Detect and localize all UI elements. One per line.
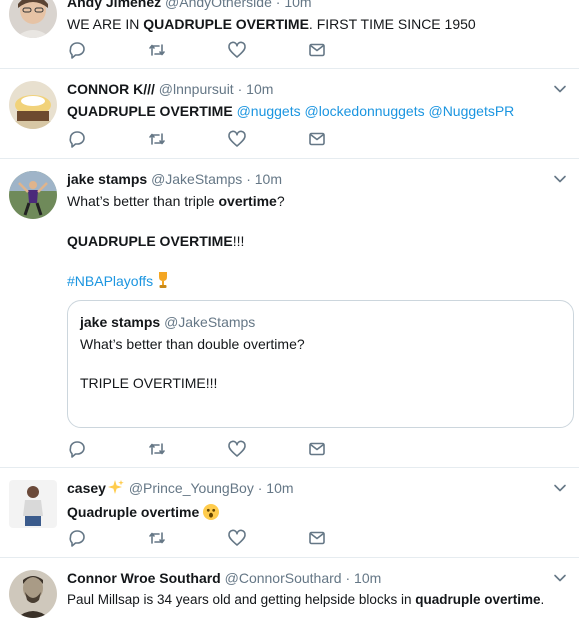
timestamp[interactable]: 10m [255, 171, 282, 187]
quoted-user-handle: @JakeStamps [164, 314, 256, 330]
display-name[interactable]: CONNOR K/// [67, 81, 155, 97]
like-icon[interactable] [227, 40, 247, 60]
timestamp[interactable]: 10m [246, 81, 273, 97]
avatar[interactable] [9, 0, 57, 38]
hashtag-link[interactable]: #NBAPlayoffs [67, 273, 153, 289]
mention-link[interactable]: @nuggets [237, 103, 301, 119]
text-segment: . FIRST TIME SINCE 1950 [308, 16, 476, 32]
avatar[interactable] [9, 171, 57, 219]
tweet-header: jake stamps @JakeStamps · 10m [67, 170, 561, 188]
like-icon[interactable] [227, 528, 247, 548]
tweet-1[interactable]: Andy Jimenez @AndyOtherside · 10m WE ARE… [0, 0, 579, 69]
tweet-actions [67, 129, 347, 149]
quoted-tweet-text: What’s better than double overtime? [80, 336, 305, 352]
retweet-icon[interactable] [147, 528, 167, 548]
highlight-term: QUADRUPLE OVERTIME [67, 233, 233, 249]
tweet-text: WE ARE IN QUADRUPLE OVERTIME. FIRST TIME… [67, 14, 561, 34]
display-name[interactable]: Andy Jimenez [67, 0, 161, 10]
separator-dot: · [257, 480, 263, 496]
tweet-text: Quadruple overtime [67, 502, 561, 522]
trophy-icon [157, 271, 169, 294]
separator-dot: · [246, 171, 251, 187]
tweet-header: Connor Wroe Southard @ConnorSouthard · 1… [67, 569, 575, 587]
tweet-header: CONNOR K/// @lnnpursuit · 10m [67, 80, 561, 98]
like-icon[interactable] [227, 129, 247, 149]
tweet-2[interactable]: CONNOR K/// @lnnpursuit · 10m QUADRUPLE … [0, 69, 579, 159]
message-icon[interactable] [307, 528, 327, 548]
tweet-actions [67, 439, 347, 459]
timestamp[interactable]: 10m [266, 480, 293, 496]
message-icon[interactable] [307, 40, 327, 60]
user-handle[interactable]: @ConnorSouthard [225, 570, 342, 586]
reply-icon[interactable] [67, 129, 87, 149]
message-icon[interactable] [307, 129, 327, 149]
quoted-tweet-header: jake stamps @JakeStamps [80, 314, 255, 330]
tweet-text: Paul Millsap is 34 years old and getting… [67, 590, 575, 610]
retweet-icon[interactable] [147, 40, 167, 60]
quoted-tweet-text: TRIPLE OVERTIME!!! [80, 375, 218, 391]
text-segment: ? [276, 193, 285, 209]
quoted-tweet[interactable]: jake stamps @JakeStamps What’s better th… [67, 300, 574, 428]
reply-icon[interactable] [67, 528, 87, 548]
mention-link[interactable]: @lockedonnuggets [305, 103, 425, 119]
separator-dot: · [345, 570, 351, 586]
user-handle[interactable]: @AndyOtherside [165, 0, 272, 10]
message-icon[interactable] [307, 439, 327, 459]
mention-link[interactable]: @NuggetsPR [428, 103, 514, 119]
tweet-actions [67, 528, 347, 548]
sparkles-icon [107, 479, 125, 499]
display-name[interactable]: casey [67, 480, 106, 496]
user-handle[interactable]: @lnnpursuit [159, 81, 234, 97]
tweet-5[interactable]: Connor Wroe Southard @ConnorSouthard · 1… [0, 558, 579, 618]
avatar[interactable] [9, 480, 57, 528]
tweet-actions [67, 40, 347, 60]
highlight-term: Quadruple overtime [67, 504, 200, 520]
display-name[interactable]: jake stamps [67, 171, 147, 187]
quoted-display-name: jake stamps [80, 314, 161, 330]
separator-dot: · [237, 81, 243, 97]
highlight-term: QUADRUPLE OVERTIME [67, 103, 233, 119]
avatar[interactable] [9, 81, 57, 129]
tweet-header: casey @Prince_YoungBoy · 10m [67, 479, 561, 499]
tweet-3[interactable]: jake stamps @JakeStamps · 10m What’s bet… [0, 159, 579, 468]
timestamp[interactable]: 10m [284, 0, 311, 10]
retweet-icon[interactable] [147, 129, 167, 149]
timestamp[interactable]: 10m [354, 570, 381, 586]
highlight-term: overtime [218, 193, 277, 209]
separator-dot: · [275, 0, 281, 10]
tweet-header: Andy Jimenez @AndyOtherside · 10m [67, 0, 561, 11]
tweet-text-line: What’s better than triple overtime? [67, 191, 561, 211]
highlight-term: QUADRUPLE OVERTIME [143, 16, 309, 32]
tweet-text-line: QUADRUPLE OVERTIME!!! [67, 231, 561, 251]
like-icon[interactable] [227, 439, 247, 459]
retweet-icon[interactable] [147, 439, 167, 459]
text-segment: What’s better than triple [67, 193, 219, 209]
display-name[interactable]: Connor Wroe Southard [67, 570, 221, 586]
tweet-text: QUADRUPLE OVERTIME @nuggets @lockedonnug… [67, 101, 561, 121]
text-segment: WE ARE IN [67, 16, 144, 32]
tweet-text-line: #NBAPlayoffs [67, 271, 561, 294]
astonished-face-icon [203, 504, 220, 520]
text-segment: . [540, 592, 545, 607]
user-handle[interactable]: @JakeStamps [151, 171, 242, 187]
text-segment: !!! [232, 233, 245, 249]
reply-icon[interactable] [67, 439, 87, 459]
reply-icon[interactable] [67, 40, 87, 60]
avatar[interactable] [9, 570, 57, 618]
tweet-4[interactable]: casey @Prince_YoungBoy · 10m Quadruple o… [0, 468, 579, 558]
text-segment: Paul Millsap is 34 years old and getting… [67, 592, 416, 607]
highlight-term: quadruple overtime [415, 592, 541, 607]
user-handle[interactable]: @Prince_YoungBoy [129, 480, 254, 496]
